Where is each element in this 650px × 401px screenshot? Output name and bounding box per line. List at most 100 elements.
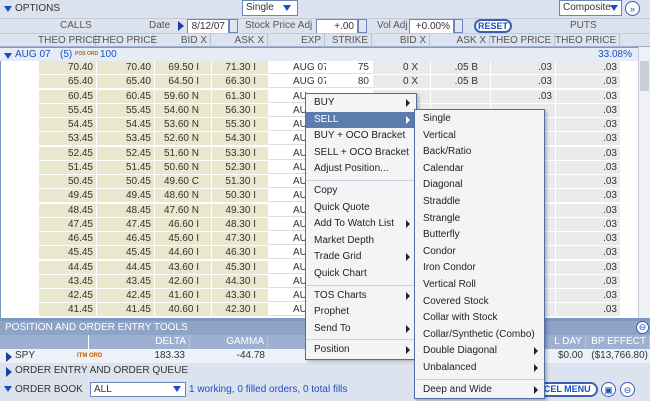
series-row-aug07[interactable]: AUG 07 (5) POS ORD 100 33.08% [0, 47, 638, 61]
menu-item-vertical-roll[interactable]: Vertical Roll [415, 277, 544, 294]
menu-item-label: Straddle [423, 195, 461, 207]
date-label: Date [149, 20, 171, 31]
menu-item-label: Adjust Position... [314, 163, 389, 175]
call-theo-cell: 51.45 [39, 160, 97, 174]
menu-item-copy[interactable]: Copy [306, 183, 416, 200]
menu-item-buy-oco-bracket[interactable]: BUY + OCO Bracket [306, 128, 416, 145]
menu-item-label: Condor [423, 245, 456, 257]
menu-item-trade-grid[interactable]: Trade Grid [306, 249, 416, 266]
call-theo2-cell: 43.45 [97, 274, 155, 288]
column-header-0[interactable]: THEO PRICE [38, 34, 99, 48]
submenu-arrow-icon [406, 99, 410, 107]
call-bid-cell: 53.60 N [155, 118, 212, 131]
stock-adj-input[interactable]: +.00 [316, 19, 358, 34]
menu-item-covered-stock[interactable]: Covered Stock [415, 294, 544, 311]
call-theo-cell: 41.45 [39, 303, 97, 317]
menu-item-deep-and-wide[interactable]: Deep and Wide [415, 382, 544, 399]
menu-item-sell[interactable]: SELL [306, 111, 416, 129]
put-theo2-cell: .03 [556, 75, 621, 89]
put-theo2-cell: .03 [556, 189, 621, 203]
strike-cell: 80 [326, 75, 373, 89]
menu-item-vertical[interactable]: Vertical [415, 128, 544, 145]
call-theo-cell: 52.45 [39, 146, 97, 160]
col-pl-day: L DAY [540, 335, 586, 349]
export-icon[interactable]: ▣ [601, 382, 616, 397]
call-ask-cell: 71.30 I [212, 61, 269, 74]
menu-item-double-diagonal[interactable]: Double Diagonal [415, 343, 544, 360]
order-entry-section[interactable]: ORDER ENTRY AND ORDER QUEUE [0, 363, 650, 378]
call-bid-cell: 47.60 N [155, 203, 212, 217]
menu-item-sell-oco-bracket[interactable]: SELL + OCO Bracket [306, 145, 416, 162]
column-header-7[interactable]: ASK X [430, 34, 490, 48]
print-icon[interactable]: ⊖ [636, 321, 649, 334]
menu-item-strangle[interactable]: Strangle [415, 211, 544, 228]
menu-separator [306, 179, 416, 181]
menu-item-send-to[interactable]: Send To [306, 321, 416, 338]
print-icon[interactable]: ⊖ [620, 382, 635, 397]
put-theo2-cell: .03 [556, 132, 621, 146]
collapse-icon[interactable] [4, 378, 12, 401]
menu-item-quick-chart[interactable]: Quick Chart [306, 266, 416, 283]
exchange-select[interactable]: Composite [559, 0, 622, 16]
scrollbar[interactable] [638, 47, 650, 318]
menu-item-straddle[interactable]: Straddle [415, 194, 544, 211]
column-header-4[interactable]: EXP [268, 34, 325, 48]
date-arrow-icon[interactable] [178, 21, 184, 32]
menu-item-iron-condor[interactable]: Iron Condor [415, 260, 544, 277]
menu-item-condor[interactable]: Condor [415, 244, 544, 261]
order-filter-select[interactable]: ALL [90, 382, 186, 397]
column-header-3[interactable]: ASK X [211, 34, 268, 48]
call-theo2-cell: 54.45 [97, 118, 155, 131]
menu-item-back-ratio[interactable]: Back/Ratio [415, 144, 544, 161]
menu-item-add-to-watch-list[interactable]: Add To Watch List [306, 216, 416, 233]
call-theo2-cell: 51.45 [97, 160, 155, 174]
menu-item-label: Vertical Roll [423, 278, 476, 290]
table-row[interactable]: 65.40 65.40 64.50 I 66.30 I AUG 07 80 0 X .05 B… [1, 75, 638, 89]
exp-cell: AUG 07 [269, 75, 329, 89]
menu-item-unbalanced[interactable]: Unbalanced [415, 360, 544, 377]
column-header-6[interactable]: BID X [372, 34, 430, 48]
menu-item-label: Double Diagonal [423, 345, 497, 357]
call-ask-cell: 49.30 I [212, 203, 269, 217]
menu-item-butterfly[interactable]: Butterfly [415, 227, 544, 244]
menu-item-adjust-position[interactable]: Adjust Position... [306, 161, 416, 178]
put-theo2-cell: .03 [556, 103, 621, 117]
menu-item-collar-synthetic-combo[interactable]: Collar/Synthetic (Combo) [415, 327, 544, 344]
menu-item-calendar[interactable]: Calendar [415, 161, 544, 178]
strategy-select[interactable]: Single [242, 0, 298, 16]
menu-item-position[interactable]: Position [306, 342, 416, 359]
sell-submenu: Single Vertical Back/Ratio Calendar Diagonal… [414, 109, 545, 400]
put-theo2-cell: .03 [556, 303, 621, 317]
submenu-arrow-icon [534, 385, 538, 394]
column-header-5[interactable]: STRIKE [325, 34, 372, 48]
scrollbar-thumb[interactable] [640, 61, 649, 91]
column-header-9[interactable]: THEO PRICE [555, 34, 620, 48]
call-theo2-cell: 49.45 [97, 189, 155, 203]
table-row[interactable]: 70.40 70.40 69.50 I 71.30 I AUG 07 75 0 X .05 B… [1, 61, 638, 75]
call-theo2-cell: 42.45 [97, 289, 155, 302]
call-theo2-cell: 50.45 [97, 175, 155, 188]
stock-adj-spinner[interactable] [358, 19, 367, 33]
vol-adj-input[interactable]: +0.00% [409, 19, 454, 34]
collapse-icon[interactable] [4, 4, 12, 15]
menu-item-label: Add To Watch List [314, 218, 395, 230]
menu-item-collar-with-stock[interactable]: Collar with Stock [415, 310, 544, 327]
menu-item-single[interactable]: Single [415, 111, 544, 128]
call-ask-cell: 54.30 I [212, 132, 269, 146]
menu-item-tos-charts[interactable]: TOS Charts [306, 288, 416, 305]
vol-adj-spinner[interactable] [454, 19, 463, 33]
column-header-1[interactable]: THEO PRICE [96, 34, 157, 48]
menu-item-buy[interactable]: BUY [306, 95, 416, 112]
date-spinner[interactable] [229, 19, 238, 33]
menu-item-diagonal[interactable]: Diagonal [415, 177, 544, 194]
date-input[interactable]: 8/12/07 [187, 19, 229, 34]
column-header-2[interactable]: BID X [154, 34, 211, 48]
put-ask-cell [431, 89, 491, 103]
call-theo-cell: 45.45 [39, 246, 97, 260]
column-header-8[interactable]: THEO PRICE [490, 34, 555, 48]
menu-item-quick-quote[interactable]: Quick Quote [306, 200, 416, 217]
menu-item-prophet[interactable]: Prophet [306, 304, 416, 321]
expand-icon[interactable]: » [625, 1, 640, 16]
reset-button[interactable]: RESET [474, 19, 512, 33]
menu-item-market-depth[interactable]: Market Depth [306, 233, 416, 250]
